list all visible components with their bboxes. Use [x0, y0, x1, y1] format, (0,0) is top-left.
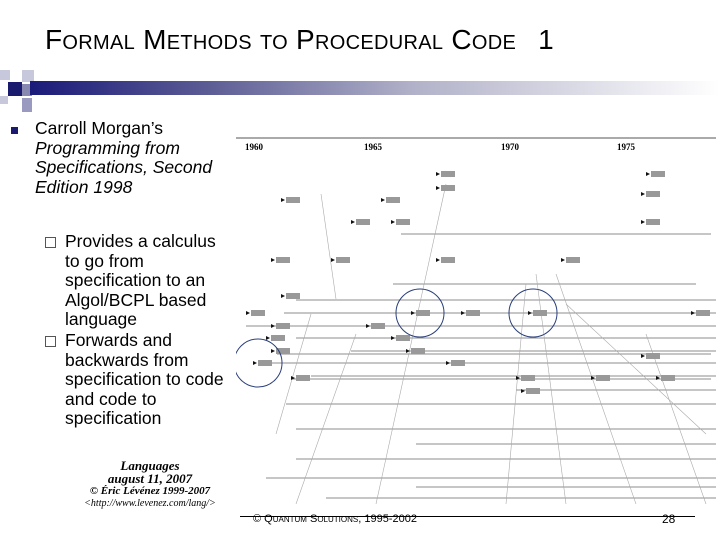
language-node	[336, 257, 350, 263]
arrow-head-icon	[436, 186, 440, 190]
language-node	[521, 375, 535, 381]
language-node	[286, 197, 300, 203]
language-node	[416, 310, 430, 316]
language-node	[296, 375, 310, 381]
arrow-head-icon	[351, 220, 355, 224]
language-node	[371, 323, 385, 329]
image-caption: Languages august 11, 2007 © Éric Lévénez…	[70, 459, 230, 510]
language-node	[276, 257, 290, 263]
language-node	[276, 348, 290, 354]
influence-line	[275, 313, 312, 435]
language-node	[451, 360, 465, 366]
arrow-head-icon	[391, 220, 395, 224]
language-node	[271, 335, 285, 341]
language-node	[356, 219, 370, 225]
language-node	[696, 310, 710, 316]
timeline-lines	[246, 171, 716, 504]
year-label: 1960	[245, 142, 264, 152]
influence-line	[295, 333, 357, 504]
page-number: 28	[662, 512, 676, 526]
sub-bullet-1: Provides a calculus to go from specifica…	[45, 231, 225, 330]
language-node	[441, 171, 455, 177]
arrow-head-icon	[281, 198, 285, 202]
language-node	[396, 219, 410, 225]
title-underline-bar	[30, 81, 720, 95]
arrow-head-icon	[246, 311, 250, 315]
arrow-head-icon	[436, 258, 440, 262]
year-label: 1975	[617, 142, 636, 152]
language-node	[596, 375, 610, 381]
influence-line	[565, 303, 707, 435]
bullet-line1: Carroll Morgan’s	[35, 118, 164, 138]
title-text: Formal Methods to Procedural Code	[45, 24, 517, 55]
language-node	[533, 310, 547, 316]
arrow-head-icon	[641, 192, 645, 196]
arrow-head-icon	[461, 311, 465, 315]
bullet-icon	[11, 127, 18, 134]
arrow-head-icon	[381, 198, 385, 202]
bullet-text: Carroll Morgan’s Programming from Specif…	[35, 118, 225, 197]
language-node	[411, 348, 425, 354]
title-number: 1	[538, 24, 555, 55]
arrow-head-icon	[436, 172, 440, 176]
hollow-square-bullet-icon	[45, 336, 56, 347]
year-label: 1965	[364, 142, 383, 152]
language-node	[661, 375, 675, 381]
language-node	[386, 197, 400, 203]
arrow-head-icon	[366, 324, 370, 328]
influence-line	[375, 183, 447, 504]
arrow-head-icon	[641, 354, 645, 358]
arrow-head-icon	[391, 336, 395, 340]
bullet-book-title: Programming from Specifications, Second …	[35, 137, 213, 197]
arrow-head-icon	[253, 361, 257, 365]
language-node	[251, 310, 265, 316]
language-node	[466, 310, 480, 316]
arrow-head-icon	[411, 311, 415, 315]
arrow-head-icon	[691, 311, 695, 315]
language-timeline-diagram: 1960 1965 1970 1975	[236, 137, 716, 504]
influence-line	[320, 193, 337, 300]
arrow-head-icon	[646, 172, 650, 176]
sub-bullet-2: Forwards and backwards from specificatio…	[45, 330, 225, 429]
year-label: 1970	[501, 142, 520, 152]
language-node	[441, 185, 455, 191]
language-node	[441, 257, 455, 263]
arrow-head-icon	[266, 336, 270, 340]
language-node	[276, 323, 290, 329]
influence-line	[535, 273, 567, 504]
arrow-head-icon	[271, 349, 275, 353]
arrow-head-icon	[528, 311, 532, 315]
sub-bullet-text: Provides a calculus to go from specifica…	[65, 231, 216, 329]
language-node	[526, 388, 540, 394]
language-node	[646, 191, 660, 197]
language-node	[258, 360, 272, 366]
hollow-square-bullet-icon	[45, 237, 56, 248]
arrow-head-icon	[331, 258, 335, 262]
caption-date: august 11, 2007	[107, 470, 193, 486]
arrow-head-icon	[281, 294, 285, 298]
arrow-head-icon	[271, 324, 275, 328]
influence-line	[555, 273, 637, 504]
arrow-head-icon	[271, 258, 275, 262]
footer-copyright: © Quantum Solutions, 1995-2002	[253, 513, 417, 525]
arrow-head-icon	[641, 220, 645, 224]
arrow-head-icon	[446, 361, 450, 365]
slide-title: Formal Methods to Procedural Code 1	[45, 24, 554, 56]
sub-bullet-text: Forwards and backwards from specificatio…	[65, 330, 224, 428]
language-node	[646, 219, 660, 225]
language-node	[286, 293, 300, 299]
language-node	[646, 353, 660, 359]
influence-line	[645, 333, 707, 504]
language-node	[396, 335, 410, 341]
language-node	[651, 171, 665, 177]
arrow-head-icon	[561, 258, 565, 262]
caption-url: <http://www.levenez.com/lang/>	[84, 497, 216, 509]
caption-copyright: © Éric Lévénez 1999-2007	[89, 485, 211, 497]
language-node	[566, 257, 580, 263]
